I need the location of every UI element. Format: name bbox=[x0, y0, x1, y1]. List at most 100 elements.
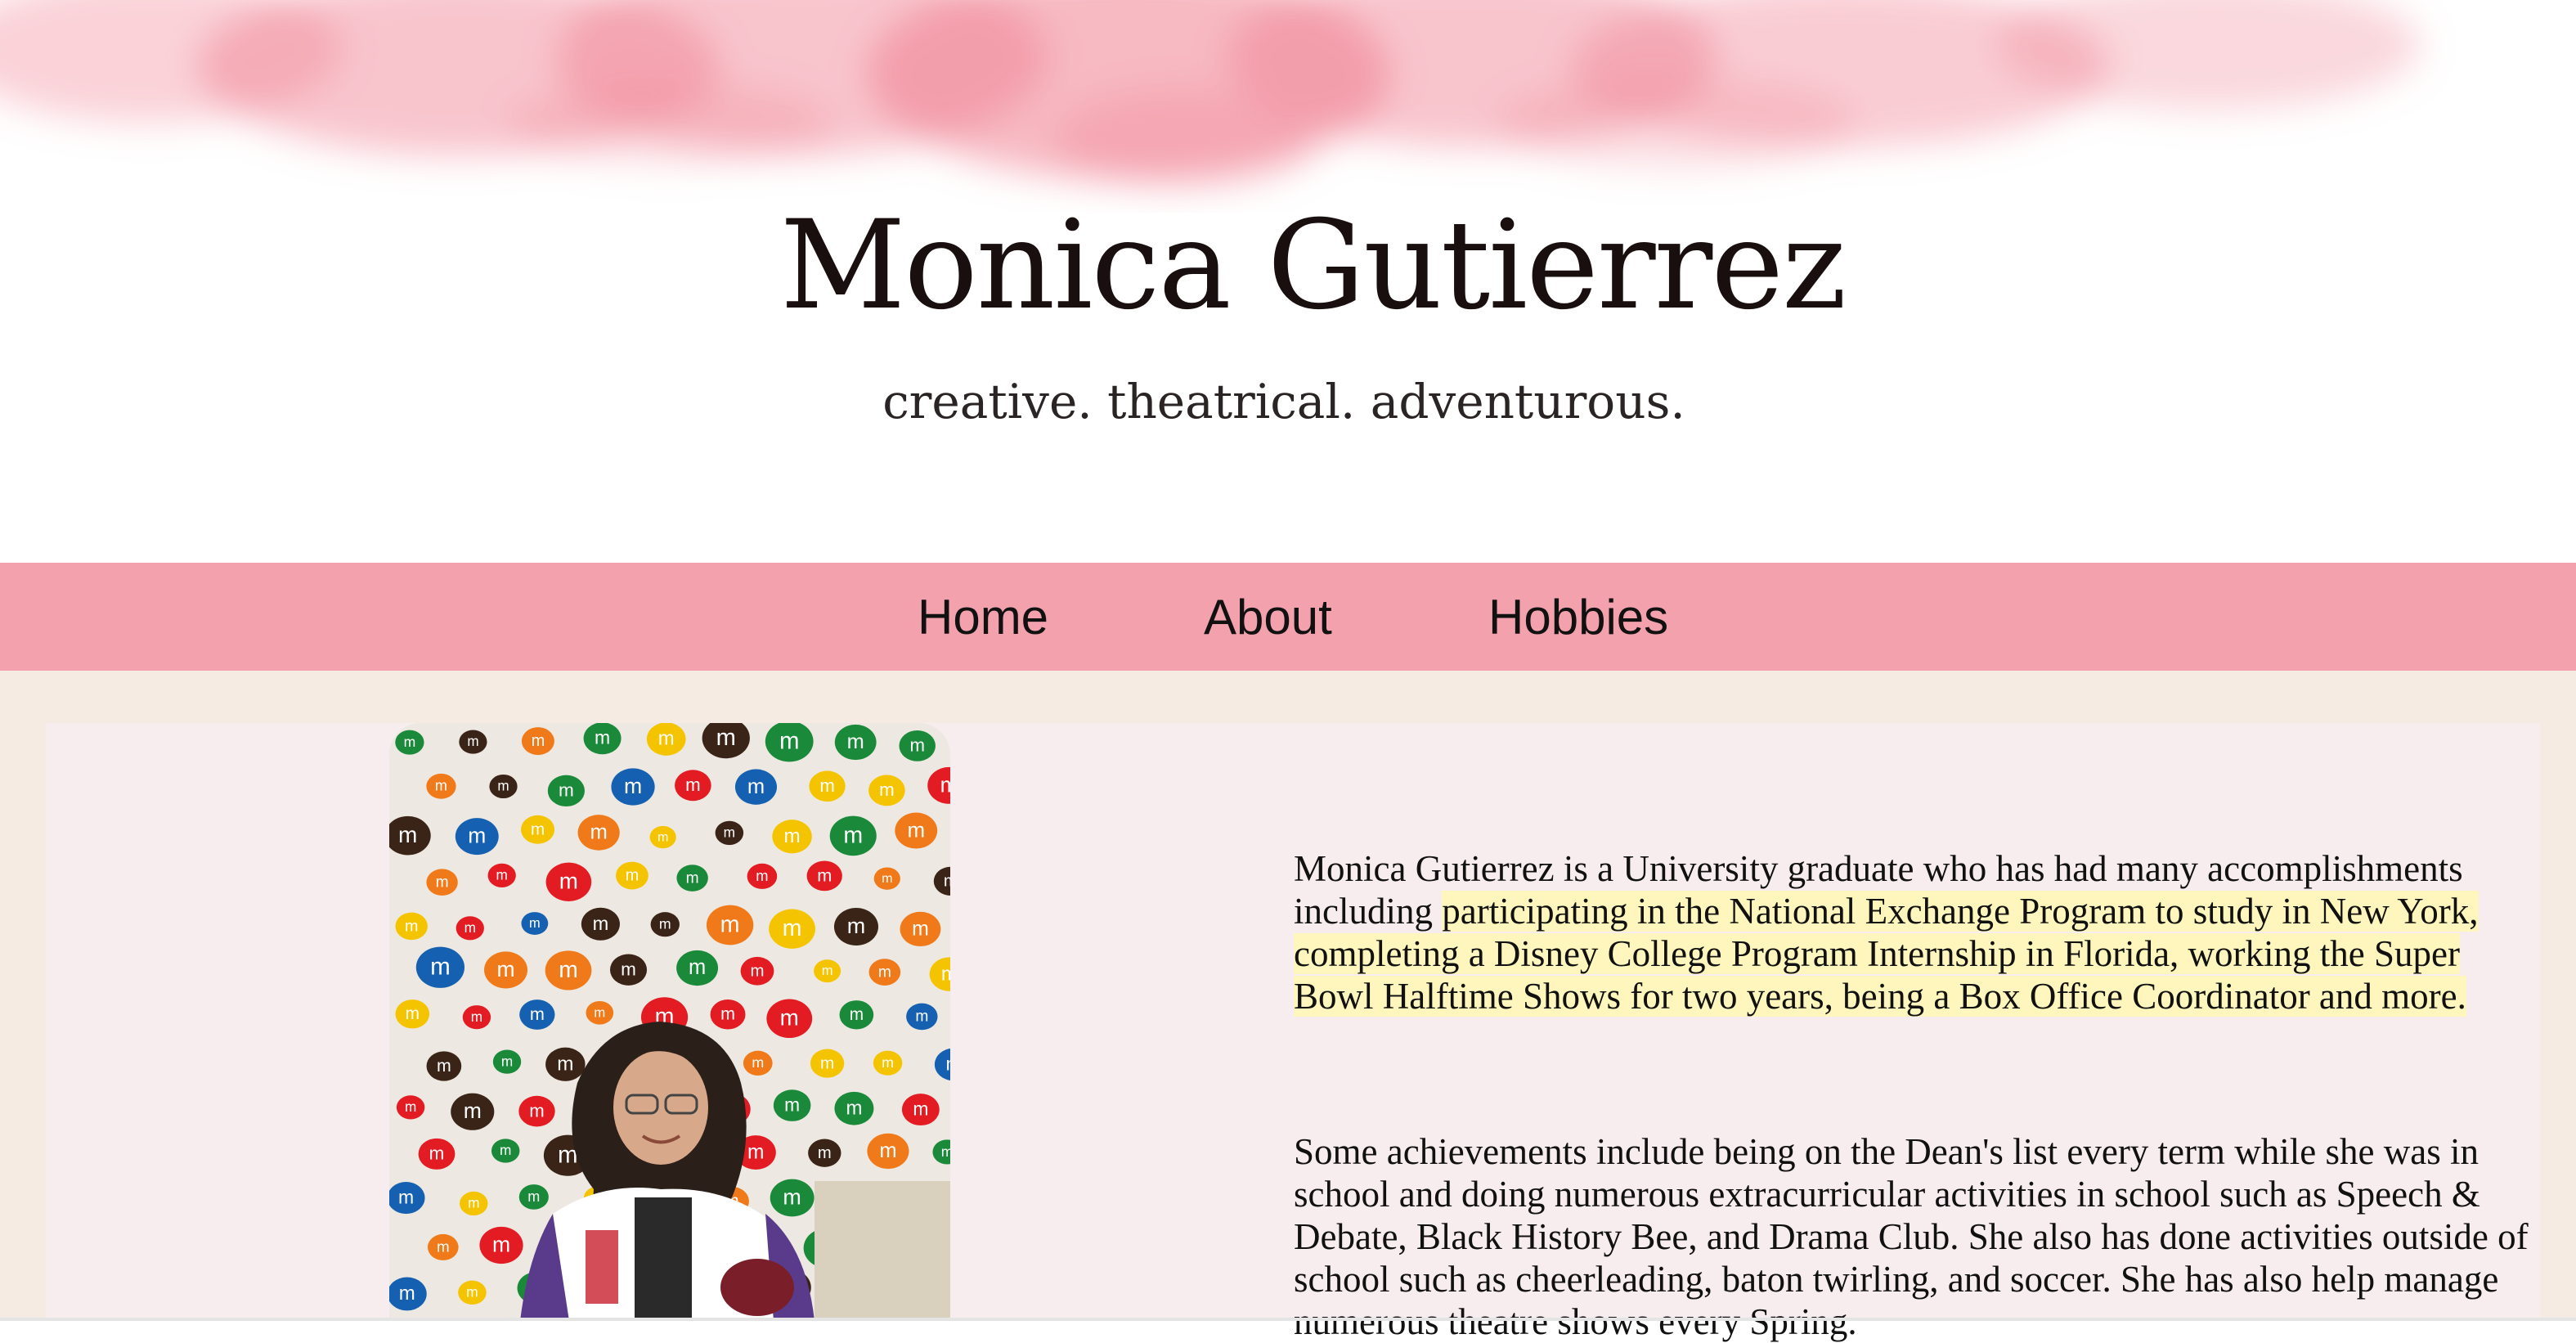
candy-mark: m bbox=[882, 1054, 894, 1071]
candy-mark: m bbox=[946, 1053, 950, 1074]
candy-mark: m bbox=[913, 1098, 928, 1119]
candy-mark: m bbox=[817, 865, 832, 885]
candy-mark: m bbox=[783, 825, 800, 847]
candy-mark: m bbox=[843, 822, 863, 848]
candy-mark: m bbox=[779, 727, 799, 754]
candy-mark: m bbox=[752, 1054, 764, 1071]
candy-mark: m bbox=[437, 1238, 450, 1255]
site-tagline: creative. theatrical. adventurous. bbox=[0, 378, 2568, 425]
candy-mark: m bbox=[747, 775, 765, 798]
candy-mark: m bbox=[944, 872, 950, 891]
candy-mark: m bbox=[398, 822, 417, 847]
candy-mark: m bbox=[685, 775, 701, 795]
candy-mark: m bbox=[747, 1141, 765, 1163]
candy-mark: m bbox=[941, 1143, 950, 1160]
candy-mark: m bbox=[492, 1233, 510, 1257]
candy-mark: m bbox=[406, 1004, 420, 1023]
bio-highlight: participating in the National Exchange P… bbox=[1294, 891, 2479, 1017]
candy-mark: m bbox=[756, 867, 768, 884]
bottom-border bbox=[0, 1318, 2576, 1321]
candy-mark: m bbox=[720, 1004, 735, 1024]
candy-mark: m bbox=[624, 774, 642, 798]
candy-mark: m bbox=[878, 963, 891, 981]
candy-mark: m bbox=[780, 1005, 799, 1031]
candy-mark: m bbox=[882, 871, 892, 886]
candy-mark: m bbox=[659, 916, 671, 932]
candy-mark: m bbox=[529, 1100, 544, 1121]
candy-mark: m bbox=[751, 962, 765, 980]
candy-mark: m bbox=[399, 1282, 415, 1305]
candy-mark: m bbox=[818, 1144, 832, 1162]
candy-mark: m bbox=[466, 1283, 478, 1300]
candy-mark: m bbox=[559, 869, 578, 894]
candy-mark: m bbox=[940, 772, 950, 797]
candy-mark: m bbox=[847, 914, 866, 938]
nav-home-link[interactable]: Home bbox=[918, 589, 1048, 645]
candy-mark: m bbox=[435, 778, 447, 794]
candy-mark: m bbox=[783, 915, 802, 941]
candy-mark: m bbox=[822, 963, 833, 978]
candy-mark: m bbox=[626, 866, 640, 884]
candy-mark: m bbox=[912, 917, 929, 940]
candy-mark: m bbox=[468, 1195, 479, 1211]
candy-mark: m bbox=[557, 1053, 573, 1076]
candy-mark: m bbox=[820, 1053, 834, 1072]
candy-mark: m bbox=[879, 1139, 896, 1162]
candy-mark: m bbox=[784, 1094, 800, 1115]
portrait-photo: mmmmmmmmmmmmmmmmmmmmmmmmmmmmmmmmmmmmmmmm… bbox=[389, 723, 950, 1321]
candy-mark: m bbox=[404, 734, 416, 750]
site-title: Monica Gutierrez bbox=[0, 204, 2576, 327]
candy-mark: m bbox=[915, 1008, 928, 1026]
candy-mark: m bbox=[496, 957, 514, 981]
main-nav: Home About Hobbies bbox=[0, 563, 2576, 671]
candy-mark: m bbox=[593, 913, 609, 934]
candy-mark: m bbox=[527, 1188, 540, 1205]
candy-mark: m bbox=[621, 959, 636, 979]
candy-mark: m bbox=[595, 727, 610, 748]
candy-mark: m bbox=[467, 734, 478, 749]
candy-mark: m bbox=[559, 957, 578, 983]
candy-mark: m bbox=[500, 1142, 511, 1158]
nav-hobbies-link[interactable]: Hobbies bbox=[1488, 589, 1668, 645]
candy-mark: m bbox=[496, 867, 508, 883]
candy-mark: m bbox=[405, 1098, 416, 1115]
candy-mark: m bbox=[437, 1056, 451, 1076]
candy-mark: m bbox=[847, 730, 864, 753]
candy-mark: m bbox=[429, 1143, 445, 1164]
candy-mark: m bbox=[819, 775, 834, 796]
candy-mark: m bbox=[471, 1008, 482, 1025]
candy-mark: m bbox=[532, 732, 545, 750]
candy-mark: m bbox=[783, 1185, 801, 1210]
site-header: Monica Gutierrez creative. theatrical. a… bbox=[0, 0, 2576, 556]
candy-mark: m bbox=[531, 820, 545, 838]
candy-mark: m bbox=[941, 963, 950, 985]
candy-mark: m bbox=[436, 874, 449, 891]
candy-mark: m bbox=[464, 1098, 482, 1123]
candy-mark: m bbox=[497, 779, 509, 794]
candy-mark: m bbox=[909, 735, 925, 756]
nav-about-link[interactable]: About bbox=[1204, 589, 1332, 645]
candy-mark: m bbox=[689, 956, 706, 979]
candy-mark: m bbox=[405, 917, 418, 935]
candy-mark: m bbox=[850, 1005, 864, 1024]
candy-mark: m bbox=[724, 824, 735, 841]
candy-mark: m bbox=[716, 725, 736, 751]
candy-mark: m bbox=[559, 780, 574, 801]
candy-mark: m bbox=[846, 1097, 862, 1119]
candy-mark: m bbox=[530, 1004, 545, 1024]
candy-mark: m bbox=[720, 912, 740, 938]
candy-mark: m bbox=[907, 819, 925, 842]
candy-mark: m bbox=[594, 1004, 605, 1020]
candy-mark: m bbox=[657, 829, 668, 844]
candy-mark: m bbox=[468, 824, 486, 848]
candy-mark: m bbox=[686, 869, 699, 887]
candy-mark: m bbox=[501, 1053, 513, 1069]
candy-mark: m bbox=[464, 919, 476, 936]
candy-mark: m bbox=[430, 954, 451, 981]
portrait-photo-image: mmmmmmmmmmmmmmmmmmmmmmmmmmmmmmmmmmmmmmmm… bbox=[389, 723, 950, 1321]
bio-paragraph-2: Some achievements include being on the D… bbox=[1294, 1130, 2537, 1343]
candy-mark: m bbox=[529, 916, 541, 931]
candy-mark: m bbox=[398, 1186, 414, 1207]
bio-paragraph-1: Monica Gutierrez is a University graduat… bbox=[1294, 847, 2537, 1017]
watercolor-wash-decoration bbox=[0, 0, 2576, 213]
